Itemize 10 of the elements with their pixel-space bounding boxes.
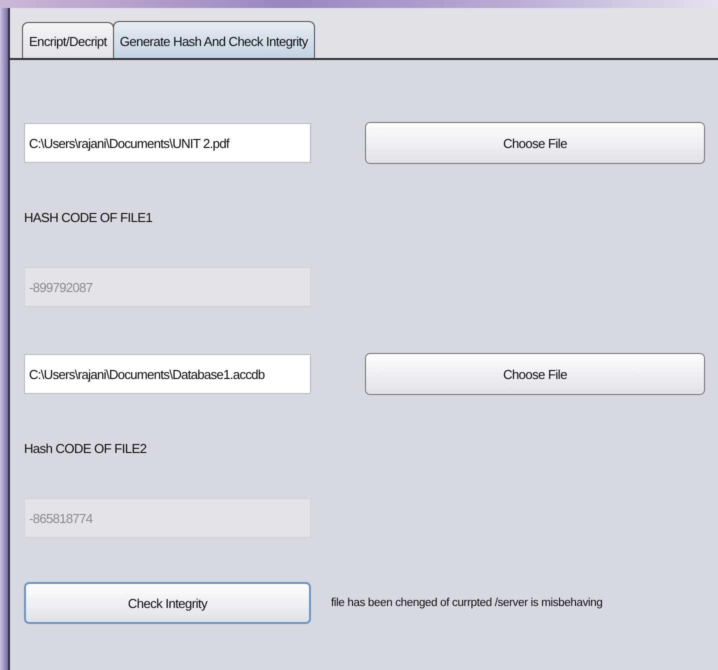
choose-file-button[interactable]: Choose File <box>365 353 705 395</box>
hash-label: HASH CODE OF FILE1 <box>24 210 152 225</box>
tab[interactable]: Generate Hash And Check Integrity <box>112 21 315 58</box>
file-path-field[interactable]: C:\Users\rajani\Documents\UNIT 2.pdf <box>24 123 311 163</box>
file-path-field[interactable]: C:\Users\rajani\Documents\Database1.accdb <box>24 354 311 394</box>
tab[interactable]: Encript/Decript <box>22 22 114 58</box>
check-integrity-button[interactable]: Check Integrity <box>24 582 311 624</box>
choose-file-button[interactable]: Choose File <box>365 122 705 164</box>
result-message: file has been chenged of currpted /server is misbehaving <box>331 597 603 609</box>
hash-label: Hash CODE OF FILE2 <box>24 441 146 456</box>
